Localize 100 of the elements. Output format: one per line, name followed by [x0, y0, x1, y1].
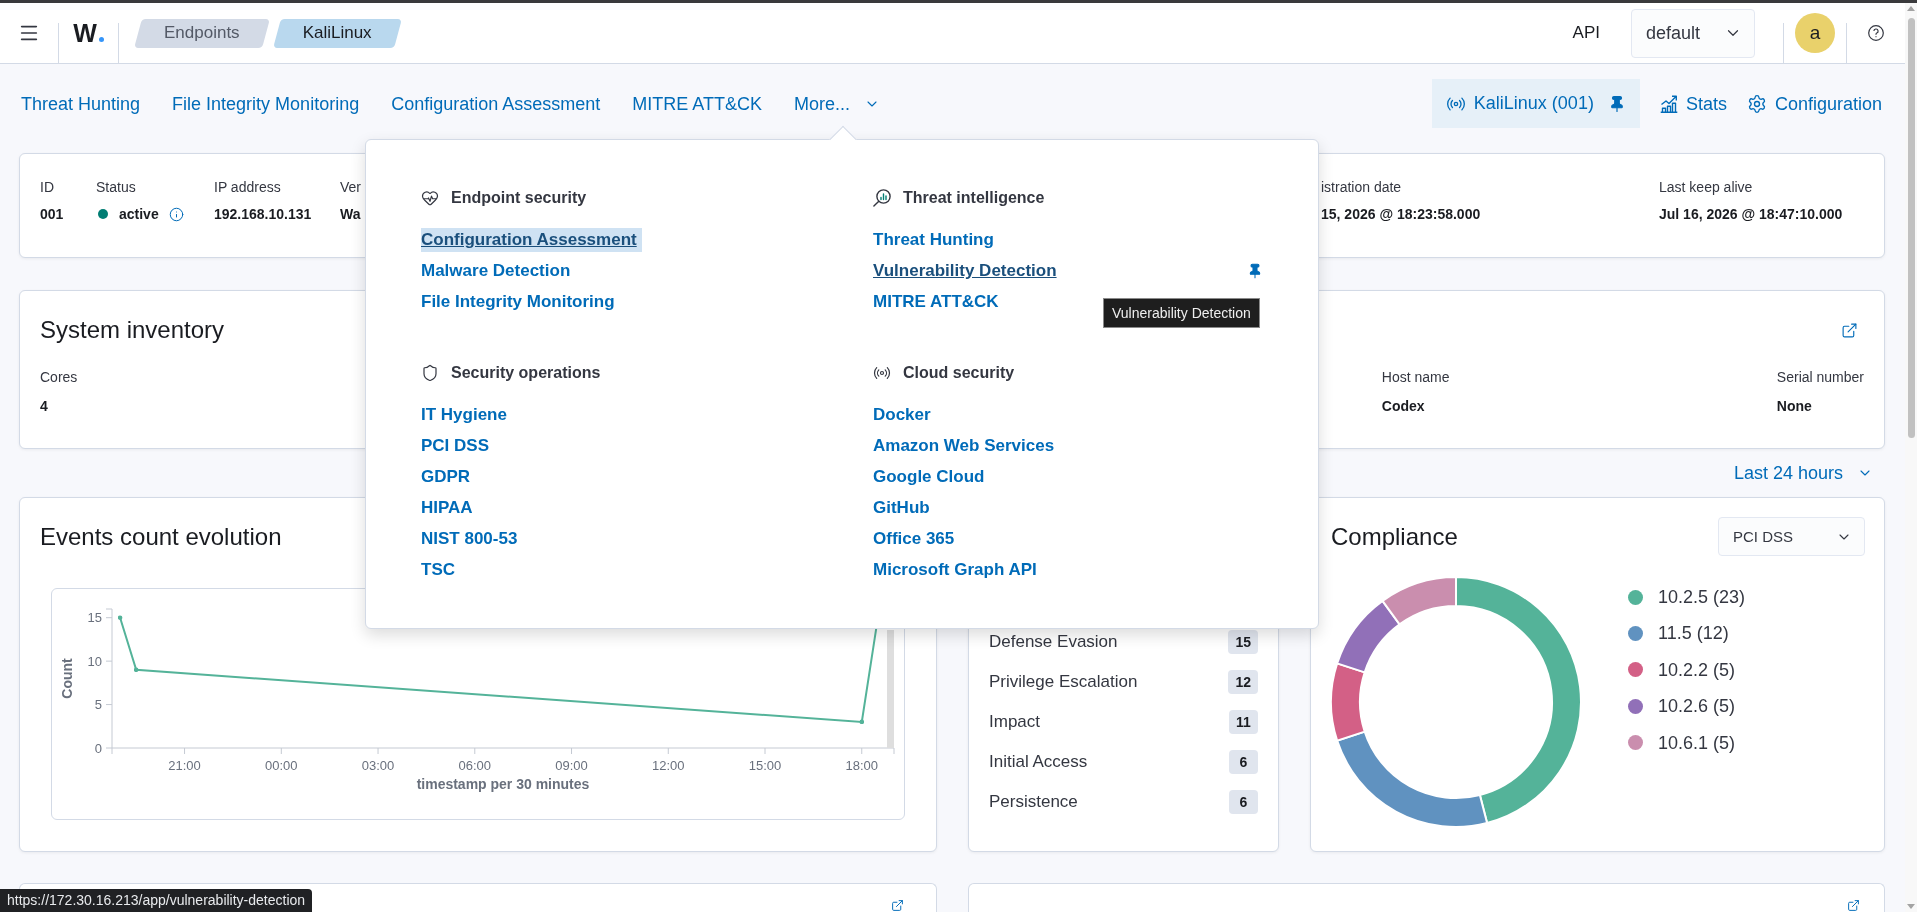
field-value: 15, 2026 @ 18:23:58.000 [1321, 205, 1481, 224]
logo[interactable]: W [73, 20, 104, 46]
tick-label: 12:00 [652, 758, 685, 773]
menu-link[interactable]: Threat Hunting [873, 228, 994, 252]
menu-link[interactable]: Office 365 [873, 527, 955, 551]
field-label: Status [96, 178, 136, 197]
tactic-label: Privilege Escalation [989, 671, 1138, 693]
tactic-label: Impact [989, 711, 1041, 733]
menu-link[interactable]: PCI DSS [421, 434, 490, 458]
section-heading: Cloud security [903, 363, 1015, 383]
legend-label: 11.5 (12) [1658, 622, 1729, 646]
breadcrumb[interactable]: Endpoints [134, 18, 270, 48]
breadcrumb[interactable]: KaliLinux [272, 18, 402, 48]
nav-tab[interactable]: MITRE ATT&CK [632, 91, 762, 116]
tick-label: 10 [87, 653, 102, 669]
menu-link[interactable]: Amazon Web Services [873, 434, 1055, 458]
menu-link[interactable]: HIPAA [421, 496, 473, 520]
count-badge: 6 [1229, 790, 1258, 814]
menu-link[interactable]: Malware Detection [421, 259, 571, 283]
external-link-icon[interactable] [891, 899, 904, 912]
field-label: Host name [1381, 368, 1450, 387]
tactic-label: Initial Access [989, 751, 1088, 773]
field-label: Last keep alive [1659, 178, 1753, 197]
legend-label: 10.6.1 (5) [1658, 731, 1736, 755]
antenna-icon [873, 364, 891, 382]
count-badge: 12 [1228, 670, 1258, 694]
nav-tab[interactable]: File Integrity Monitoring [172, 91, 360, 116]
tooltip: Vulnerability Detection [1103, 298, 1260, 328]
legend-label: 10.2.2 (5) [1658, 658, 1736, 682]
tick-label: 5 [94, 697, 102, 713]
tick-label: 15 [87, 610, 102, 626]
action-link[interactable]: Configuration [1746, 91, 1882, 116]
settings-icon [1746, 93, 1767, 114]
info-icon[interactable] [168, 206, 184, 222]
field-value: 4 [40, 397, 48, 416]
section-heading: Security operations [451, 363, 601, 383]
menu-link[interactable]: File Integrity Monitoring [421, 290, 615, 314]
tactic-label: Persistence [989, 791, 1078, 813]
bar-chart-icon [1659, 94, 1678, 113]
field-label: Cores [40, 368, 78, 387]
tick-label: 18:00 [845, 758, 879, 773]
scrollbar-thumb[interactable] [1908, 18, 1915, 438]
pin-icon[interactable] [1247, 263, 1263, 279]
heart-pulse-icon [421, 189, 439, 207]
field-value: Codex [1381, 397, 1425, 416]
nav-tab[interactable]: Configuration Assessment [391, 91, 601, 116]
action-link[interactable]: Stats [1659, 91, 1727, 116]
more-tab[interactable]: More... [793, 91, 880, 116]
field-value: Wa [340, 205, 361, 224]
section-heading: Threat intelligence [903, 188, 1045, 208]
tick-label: 15:00 [748, 758, 782, 773]
api-select[interactable]: default [1631, 8, 1755, 58]
scrollbar[interactable] [1905, 3, 1917, 912]
time-range-button[interactable]: Last 24 hours [1733, 461, 1873, 485]
menu-link[interactable]: MITRE ATT&CK [873, 290, 999, 314]
tick-label: 06:00 [458, 758, 492, 773]
menu-link[interactable]: Docker [873, 403, 931, 427]
tactic-label: Defense Evasion [989, 631, 1118, 653]
card-title: Compliance [1331, 521, 1458, 552]
help-icon[interactable] [1868, 25, 1884, 41]
field-label: ID [40, 178, 54, 197]
tick-label: 09:00 [555, 758, 588, 773]
field-label: IP address [214, 178, 281, 197]
field-value: None [1776, 397, 1812, 416]
legend-label: 10.2.5 (23) [1658, 586, 1746, 609]
menu-link[interactable]: Google Cloud [873, 465, 985, 489]
menu-link[interactable]: IT Hygiene [421, 403, 507, 427]
card-title: System inventory [40, 315, 225, 345]
status-dot-icon [98, 209, 108, 219]
count-badge: 15 [1228, 630, 1258, 654]
field-label: Ver [340, 178, 361, 197]
external-link-icon[interactable] [1847, 899, 1860, 912]
status-url: https://172.30.16.213/app/vulnerability-detection [0, 889, 313, 912]
agent-button[interactable]: KaliLinux (001) [1431, 79, 1640, 128]
magnifier-chart-icon [873, 189, 891, 207]
field-value: active [119, 205, 159, 224]
menu-link[interactable]: GitHub [873, 496, 930, 520]
nav-tab[interactable]: Threat Hunting [21, 91, 141, 116]
menu-link[interactable]: Microsoft Graph API [873, 558, 1037, 582]
count-badge: 11 [1229, 710, 1258, 734]
field-label: istration date [1321, 178, 1402, 197]
menu-link[interactable]: Configuration Assessment [421, 228, 642, 252]
section-heading: Endpoint security [451, 188, 587, 208]
menu-link[interactable]: Vulnerability Detection [873, 259, 1057, 283]
legend-label: 10.2.6 (5) [1658, 695, 1736, 719]
axis-title: timestamp per 30 minutes [416, 776, 590, 792]
menu-link[interactable]: NIST 800-53 [421, 527, 518, 551]
api-label: API [1572, 23, 1600, 43]
tick-label: 0 [94, 740, 102, 756]
field-label: Serial number [1776, 368, 1864, 387]
avatar[interactable]: a [1795, 13, 1835, 53]
menu-link[interactable]: GDPR [421, 465, 471, 489]
field-value: Jul 16, 2026 @ 18:47:10.000 [1659, 205, 1843, 224]
external-link-icon[interactable] [1841, 321, 1858, 339]
menu-link[interactable]: TSC [421, 558, 455, 582]
tick-label: 21:00 [168, 758, 201, 773]
tick-label: 03:00 [361, 758, 395, 773]
field-value: 192.168.10.131 [214, 205, 312, 224]
standard-select[interactable]: PCI DSS [1718, 517, 1865, 556]
shield-icon [421, 364, 439, 382]
